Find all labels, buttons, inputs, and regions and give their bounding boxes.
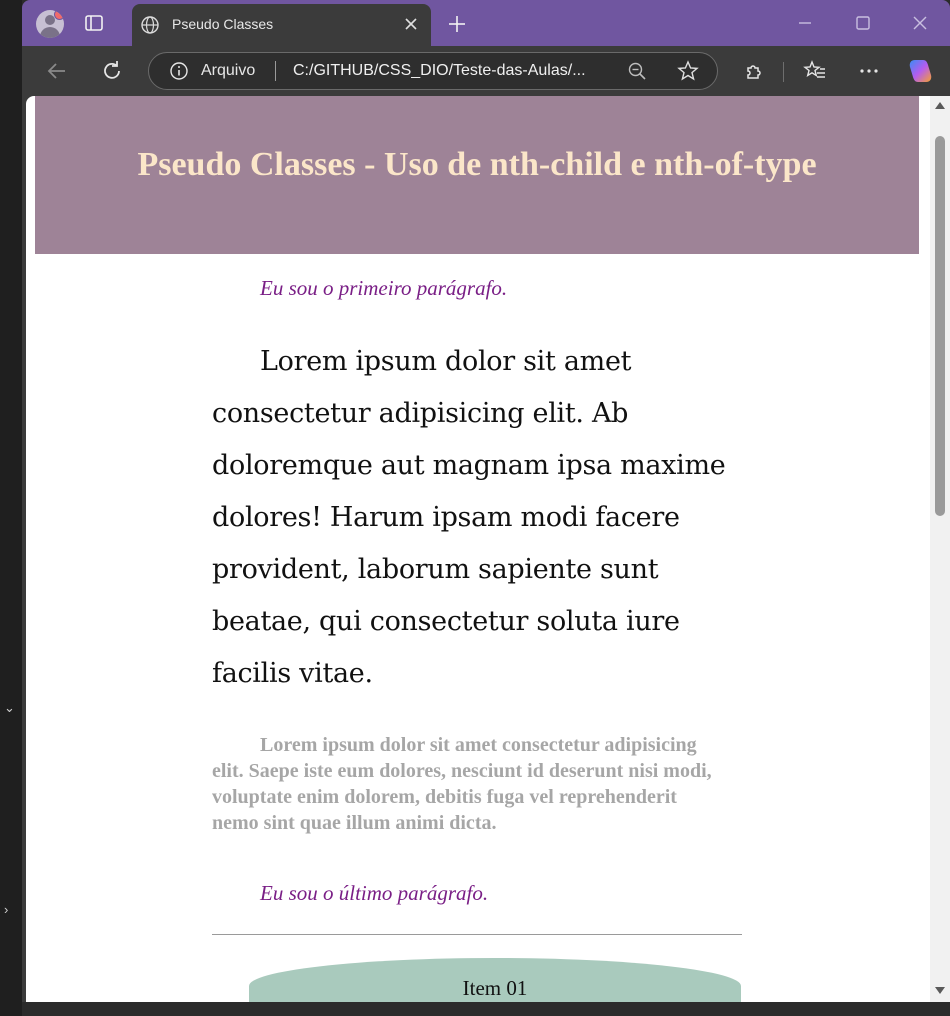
close-icon[interactable] bbox=[401, 14, 421, 34]
paragraph-lorem-muted: Lorem ipsum dolor sit amet consectetur a… bbox=[212, 734, 712, 834]
paragraph-lorem-large: Lorem ipsum dolor sit amet consectetur a… bbox=[212, 346, 726, 689]
window-close-icon[interactable] bbox=[909, 12, 931, 34]
favorite-star-icon[interactable] bbox=[677, 60, 699, 82]
address-bar[interactable]: Arquivo C:/GITHUB/CSS_DIO/Teste-das-Aula… bbox=[148, 52, 718, 90]
reload-icon[interactable] bbox=[99, 58, 125, 84]
zoom-out-icon[interactable] bbox=[627, 61, 647, 81]
address-url[interactable]: C:/GITHUB/CSS_DIO/Teste-das-Aulas/... bbox=[293, 62, 586, 80]
scrollbar-thumb[interactable] bbox=[935, 136, 945, 516]
toolbar-separator bbox=[783, 62, 784, 82]
paragraph-first: Eu sou o primeiro parágrafo. bbox=[260, 276, 508, 300]
chevron-down-icon: ⌄ bbox=[4, 700, 15, 715]
tab-active[interactable]: Pseudo Classes bbox=[132, 4, 431, 46]
paragraph-last: Eu sou o último parágrafo. bbox=[260, 881, 489, 905]
extensions-icon[interactable] bbox=[742, 59, 766, 83]
favorites-icon[interactable] bbox=[803, 59, 827, 83]
browser-window: Pseudo Classes Arquivo C:/GITHUB/CSS_DIO… bbox=[22, 0, 950, 1002]
page-header: Pseudo Classes - Uso de nth-child e nth-… bbox=[35, 96, 919, 254]
address-separator bbox=[275, 61, 276, 81]
globe-icon bbox=[141, 16, 159, 34]
maximize-icon[interactable] bbox=[852, 12, 874, 34]
minimize-icon[interactable] bbox=[794, 12, 816, 34]
tab-actions-icon[interactable] bbox=[84, 13, 104, 33]
tab-title: Pseudo Classes bbox=[172, 16, 274, 32]
address-scheme-label: Arquivo bbox=[201, 62, 256, 79]
list-item: Item 01 bbox=[249, 958, 741, 1002]
title-bar: Pseudo Classes bbox=[22, 0, 950, 46]
new-tab-icon[interactable] bbox=[446, 13, 468, 35]
divider bbox=[212, 934, 742, 935]
toolbar: Arquivo C:/GITHUB/CSS_DIO/Teste-das-Aula… bbox=[22, 46, 950, 96]
more-menu-icon[interactable] bbox=[857, 59, 881, 83]
scrollbar[interactable] bbox=[930, 96, 950, 1002]
page-viewport: Pseudo Classes - Uso de nth-child e nth-… bbox=[26, 96, 950, 1002]
info-icon[interactable] bbox=[169, 61, 189, 81]
page-title: Pseudo Classes - Uso de nth-child e nth-… bbox=[137, 146, 817, 183]
copilot-icon[interactable] bbox=[906, 57, 934, 85]
scroll-down-icon[interactable] bbox=[935, 987, 945, 994]
scroll-up-icon[interactable] bbox=[935, 102, 945, 109]
background-app-strip: ⌄ › bbox=[0, 0, 22, 1016]
list-item-label: Item 01 bbox=[462, 976, 528, 1000]
profile-avatar-icon[interactable] bbox=[36, 10, 64, 38]
chevron-right-icon: › bbox=[4, 902, 9, 917]
back-icon[interactable] bbox=[44, 58, 70, 84]
